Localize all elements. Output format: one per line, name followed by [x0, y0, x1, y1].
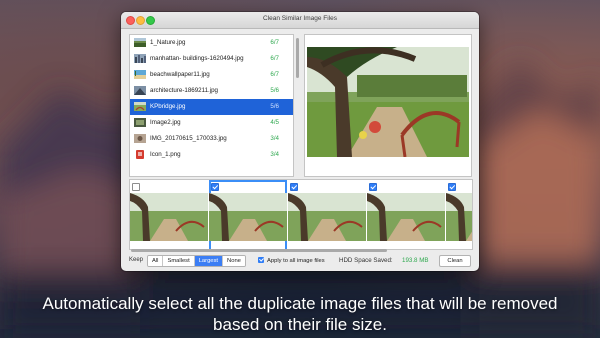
- file-row[interactable]: architecture-1869211.jpg 5/6: [130, 83, 293, 99]
- file-name: 1_Nature.jpg: [150, 39, 186, 46]
- image-preview-panel: [304, 34, 472, 177]
- duplicate-count: 6/7: [270, 39, 279, 46]
- beach-thumb-icon: [134, 70, 146, 79]
- file-row[interactable]: beachwallpaper11.jpg 6/7: [130, 67, 293, 83]
- duplicate-count: 3/4: [270, 151, 279, 158]
- keep-option-none[interactable]: None: [223, 256, 245, 266]
- duplicate-count: 6/7: [270, 55, 279, 62]
- duplicate-thumbnail-highlighted[interactable]: [209, 180, 287, 249]
- duplicate-count: 3/4: [270, 135, 279, 142]
- keep-label: Keep: [129, 257, 144, 263]
- scrollbar-knob[interactable]: [296, 38, 299, 78]
- keep-segmented-control[interactable]: All Smallest Largest None: [147, 255, 246, 267]
- apply-all-checkbox[interactable]: Apply to all image files: [258, 257, 325, 264]
- bridge-thumb-icon: [134, 102, 146, 111]
- thumbnail-checkbox[interactable]: [448, 183, 456, 191]
- duplicate-count: 5/6: [270, 87, 279, 94]
- title-bar: Clean Similar Image Files: [121, 12, 479, 29]
- file-name: beachwallpaper11.jpg: [150, 71, 210, 78]
- preview-image: [307, 47, 469, 157]
- apply-all-label: Apply to all image files: [267, 258, 325, 264]
- duplicate-count: 5/6: [270, 103, 279, 110]
- duplicate-thumbnail[interactable]: [288, 180, 366, 249]
- photo-thumb-icon: [134, 134, 146, 143]
- thumbnail-image: [209, 193, 287, 241]
- keep-option-smallest[interactable]: Smallest: [163, 256, 195, 266]
- file-row[interactable]: manhattan- buildings-1620494.jpg 6/7: [130, 51, 293, 67]
- bottom-toolbar: Keep All Smallest Largest None Apply to …: [121, 254, 479, 271]
- space-saved-value: 193.8 MB: [402, 257, 429, 264]
- caption-text: Automatically select all the duplicate i…: [42, 294, 558, 334]
- file-name: architecture-1869211.jpg: [150, 87, 218, 94]
- clean-button[interactable]: Clean: [439, 255, 471, 267]
- thumbnail-checkbox[interactable]: [290, 183, 298, 191]
- thumbnail-image: [130, 193, 208, 241]
- file-name: manhattan- buildings-1620494.jpg: [150, 55, 244, 62]
- thumbnail-image: [367, 193, 445, 241]
- keep-option-all[interactable]: All: [148, 256, 164, 266]
- duplicate-thumbnail[interactable]: [367, 180, 445, 249]
- file-row-selected[interactable]: KPbridge.jpg 5/6: [130, 99, 293, 115]
- duplicate-count: 4/5: [270, 119, 279, 126]
- duplicate-count: 6/7: [270, 71, 279, 78]
- checkbox-checked-icon: [258, 257, 264, 263]
- file-name: KPbridge.jpg: [150, 103, 186, 110]
- city-thumb-icon: [134, 54, 146, 63]
- architecture-thumb-icon: [134, 86, 146, 95]
- thumbnail-image: [446, 193, 472, 241]
- file-list[interactable]: 1_Nature.jpg 6/7 manhattan- buildings-16…: [129, 34, 294, 177]
- thumbnail-checkbox[interactable]: [369, 183, 377, 191]
- window-title: Clean Similar Image Files: [262, 15, 338, 22]
- nature-thumb-icon: [134, 38, 146, 47]
- red-icon-thumb-icon: [136, 150, 144, 159]
- keep-option-largest[interactable]: Largest: [194, 256, 224, 266]
- thumbnail-strip-scrollbar[interactable]: [131, 249, 387, 252]
- duplicate-thumbnail[interactable]: [130, 180, 208, 249]
- space-saved-label: HDD Space Saved:: [339, 257, 393, 264]
- duplicate-thumbnail[interactable]: [446, 180, 472, 249]
- file-name: Icon_1.png: [150, 151, 181, 158]
- file-list-scrollbar[interactable]: [296, 34, 300, 175]
- file-name: IMG_20170615_170033.jpg: [150, 135, 227, 142]
- thumbnail-checkbox[interactable]: [132, 183, 140, 191]
- file-row[interactable]: Image2.jpg 4/5: [130, 115, 293, 131]
- thumbnail-checkbox[interactable]: [211, 183, 219, 191]
- file-row[interactable]: Icon_1.png 3/4: [130, 147, 293, 163]
- thumbnail-image: [288, 193, 366, 241]
- image-thumb-icon: [134, 118, 146, 127]
- file-row[interactable]: 1_Nature.jpg 6/7: [130, 35, 293, 51]
- file-row[interactable]: IMG_20170615_170033.jpg 3/4: [130, 131, 293, 147]
- app-window: Clean Similar Image Files 1_Nature.jpg 6…: [121, 12, 479, 271]
- duplicate-thumbnail-strip: [129, 179, 473, 250]
- file-name: Image2.jpg: [150, 119, 181, 126]
